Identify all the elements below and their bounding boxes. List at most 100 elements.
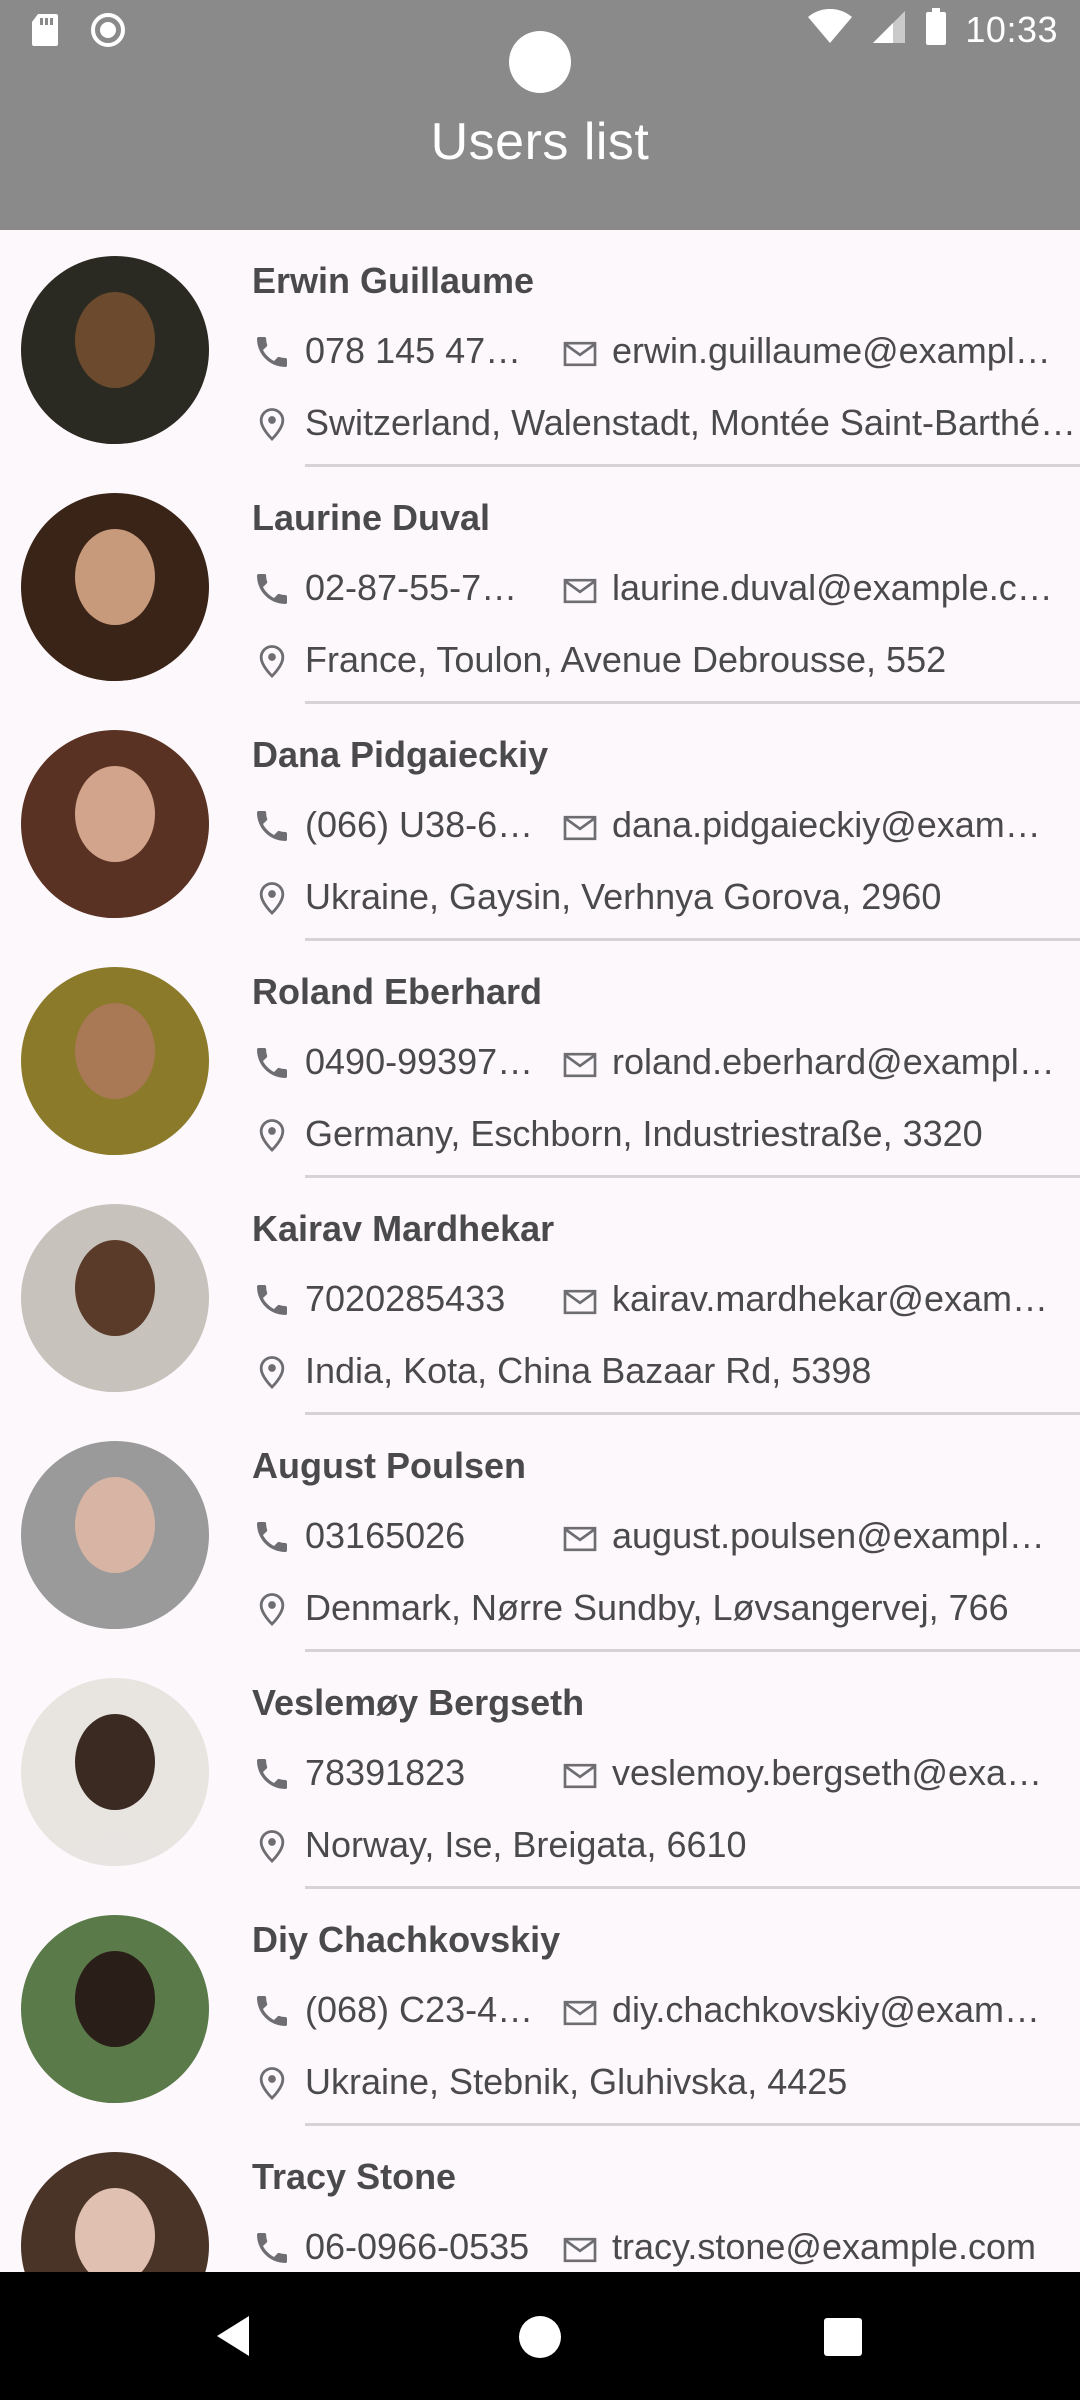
users-list[interactable]: Erwin Guillaume 078 145 47… erwin.guillaum… [0, 230, 1080, 2272]
battery-icon [925, 8, 947, 51]
avatar [21, 1441, 209, 1629]
user-name: Kairav Mardhekar [252, 1208, 555, 1249]
phone-icon [252, 1517, 292, 1557]
user-phone: (068) C23-4… [305, 1989, 534, 2030]
navigation-bar [0, 2272, 1080, 2400]
contact-line: 78391823 veslemoy.bergseth@exa… [252, 1752, 1062, 1802]
list-item[interactable]: August Poulsen 03165026 august.poulsen@exa… [0, 1415, 1080, 1652]
contact-line: 06-0966-0535 tracy.stone@example.com [252, 2226, 1062, 2272]
contact-line: 02-87-55-78-… laurine.duval@example.c… [252, 567, 1062, 617]
user-phone: 7020285433 [305, 1278, 506, 1319]
contact-line: (068) C23-4… diy.chachkovskiy@examp… [252, 1989, 1062, 2039]
user-name: Diy Chachkovskiy [252, 1919, 561, 1960]
user-phone: 02-87-55-78-… [305, 567, 535, 608]
user-name: Roland Eberhard [252, 971, 543, 1012]
avatar [21, 1678, 209, 1866]
user-name: Dana Pidgaieckiy [252, 734, 549, 775]
mail-icon [560, 1756, 600, 1796]
list-item[interactable]: Erwin Guillaume 078 145 47… erwin.guillaum… [0, 230, 1080, 467]
user-phone: 078 145 47… [305, 330, 522, 371]
user-address: Denmark, Nørre Sundby, Løvsangervej, 766 [305, 1587, 1009, 1628]
user-address: Ukraine, Stebnik, Gluhivska, 4425 [305, 2061, 848, 2102]
status-time: 10:33 [965, 8, 1058, 50]
user-email: august.poulsen@exampl… [612, 1515, 1045, 1556]
location-pin-icon [252, 1826, 292, 1866]
phone-icon [252, 2228, 292, 2268]
location-pin-icon [252, 404, 292, 444]
location-pin-icon [252, 878, 292, 918]
list-item[interactable]: Kairav Mardhekar 7020285433 kairav.mardhek… [0, 1178, 1080, 1415]
mail-icon [560, 571, 600, 611]
location-pin-icon [252, 1589, 292, 1629]
mail-icon [560, 334, 600, 374]
record-icon [90, 12, 126, 53]
contact-line: 0490-99397… roland.eberhard@exampl… [252, 1041, 1062, 1091]
user-address: Germany, Eschborn, Industriestraße, 3320 [305, 1113, 983, 1154]
address-line: Ukraine, Stebnik, Gluhivska, 4425 [252, 2061, 1080, 2111]
user-email: dana.pidgaieckiy@examp… [612, 804, 1057, 845]
address-line: India, Kota, China Bazaar Rd, 5398 [252, 1350, 1080, 1400]
list-item[interactable]: Dana Pidgaieckiy (066) U38-6… dana.pidgaie… [0, 704, 1080, 941]
avatar [21, 493, 209, 681]
user-phone: 06-0966-0535 [305, 2226, 530, 2267]
page-title: Users list [430, 113, 650, 171]
sd-card-icon [30, 12, 60, 53]
list-item[interactable]: Laurine Duval 02-87-55-78-… laurine.duval@… [0, 467, 1080, 704]
mail-icon [560, 1282, 600, 1322]
contact-line: 7020285433 kairav.mardhekar@exam… [252, 1278, 1062, 1328]
user-email: roland.eberhard@exampl… [612, 1041, 1055, 1082]
contact-line: 078 145 47… erwin.guillaume@exampl… [252, 330, 1062, 380]
user-name: Veslemøy Bergseth [252, 1682, 585, 1723]
mail-icon [560, 1519, 600, 1559]
address-line: Germany, Eschborn, Industriestraße, 3320 [252, 1113, 1080, 1163]
camera-cutout [509, 31, 571, 93]
location-pin-icon [252, 1115, 292, 1155]
recents-icon[interactable] [824, 2318, 862, 2356]
back-icon[interactable] [213, 2314, 253, 2363]
app-bar: 10:33 Users list [0, 0, 1080, 230]
user-email: kairav.mardhekar@exam… [612, 1278, 1049, 1319]
mail-icon [560, 2230, 600, 2270]
user-phone: 78391823 [305, 1752, 466, 1793]
wifi-icon [807, 8, 853, 50]
avatar [21, 256, 209, 444]
phone-icon [252, 806, 292, 846]
mail-icon [560, 808, 600, 848]
address-line: France, Toulon, Avenue Debrousse, 552 [252, 639, 1080, 689]
mail-icon [560, 1993, 600, 2033]
user-address: Norway, Ise, Breigata, 6610 [305, 1824, 747, 1865]
user-email: veslemoy.bergseth@exa… [612, 1752, 1043, 1793]
contact-line: (066) U38-6… dana.pidgaieckiy@examp… [252, 804, 1062, 854]
user-email: laurine.duval@example.c… [612, 567, 1053, 608]
location-pin-icon [252, 641, 292, 681]
home-icon[interactable] [519, 2316, 561, 2358]
address-line: Denmark, Nørre Sundby, Løvsangervej, 766 [252, 1587, 1080, 1637]
avatar [21, 730, 209, 918]
contact-line: 03165026 august.poulsen@exampl… [252, 1515, 1062, 1565]
location-pin-icon [252, 2063, 292, 2103]
user-email: tracy.stone@example.com [612, 2226, 1037, 2267]
phone-icon [252, 1043, 292, 1083]
list-item[interactable]: Tracy Stone 06-0966-0535 tracy.stone@examp… [0, 2126, 1080, 2272]
user-phone: 0490-99397… [305, 1041, 534, 1082]
phone-icon [252, 1754, 292, 1794]
location-pin-icon [252, 1352, 292, 1392]
user-name: August Poulsen [252, 1445, 527, 1486]
mail-icon [560, 1045, 600, 1085]
user-name: Laurine Duval [252, 497, 491, 538]
address-line: Norway, Ise, Breigata, 6610 [252, 1824, 1080, 1874]
phone-icon [252, 1280, 292, 1320]
avatar [21, 967, 209, 1155]
user-phone: (066) U38-6… [305, 804, 534, 845]
phone-icon [252, 332, 292, 372]
phone-icon [252, 1991, 292, 2031]
list-item[interactable]: Veslemøy Bergseth 78391823 veslemoy.bergse… [0, 1652, 1080, 1889]
list-item[interactable]: Diy Chachkovskiy (068) C23-4… diy.chachkov… [0, 1889, 1080, 2126]
avatar [21, 1204, 209, 1392]
user-email: erwin.guillaume@exampl… [612, 330, 1051, 371]
avatar [21, 2152, 209, 2272]
user-address: Switzerland, Walenstadt, Montée Saint-Ba… [305, 402, 1077, 443]
list-item[interactable]: Roland Eberhard 0490-99397… roland.eberhar… [0, 941, 1080, 1178]
address-line: Ukraine, Gaysin, Verhnya Gorova, 2960 [252, 876, 1080, 926]
address-line: Switzerland, Walenstadt, Montée Saint-Ba… [252, 402, 1080, 452]
